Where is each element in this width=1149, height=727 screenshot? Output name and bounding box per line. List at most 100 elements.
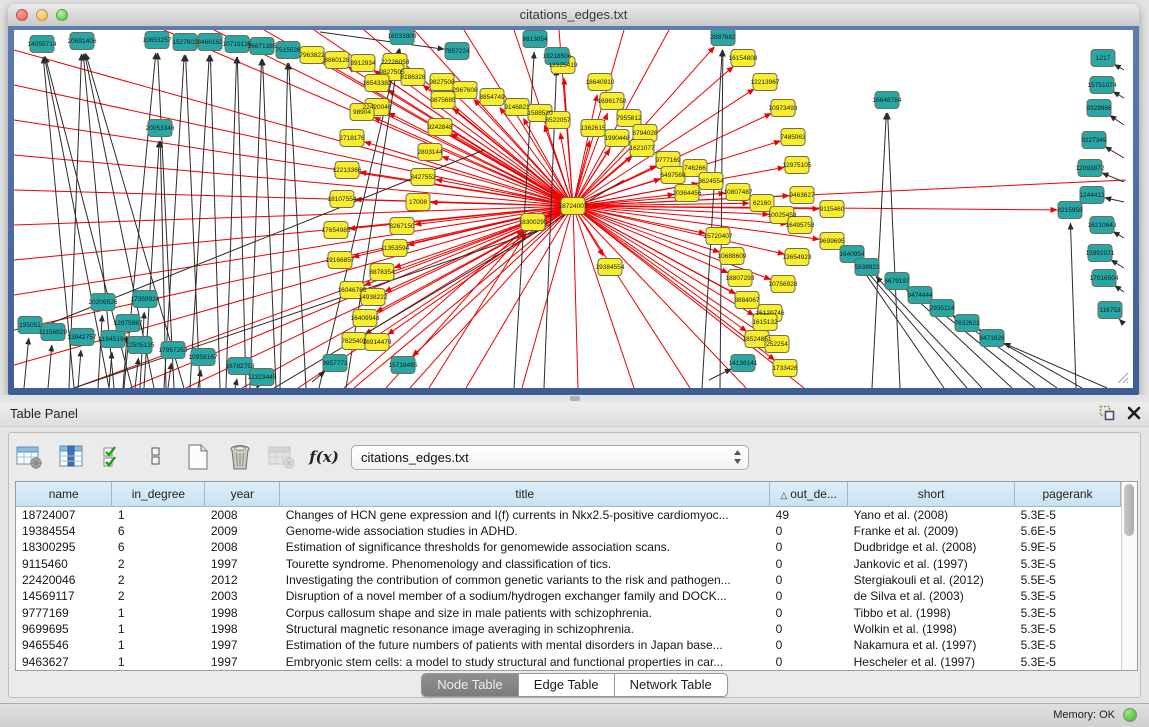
graph-node-label: 9474444: [907, 292, 933, 299]
column-header-out_de[interactable]: △out_de...: [770, 482, 848, 506]
table-row[interactable]: 911546021997Tourette syndrome. Phenomeno…: [16, 556, 1121, 572]
table-row[interactable]: 946362711997Embryonic stem cells: a mode…: [16, 654, 1121, 670]
graph-node-label: 8427552: [410, 174, 436, 181]
delete-attributes-icon[interactable]: [225, 443, 255, 471]
graph-node-label: 1588520: [527, 110, 553, 117]
graph-node-label: 13942757: [68, 334, 97, 341]
graph-node-label: 15751074: [1088, 82, 1117, 89]
graph-node-label: 16495758: [786, 222, 815, 229]
graph-node-label: 10653257: [143, 37, 172, 44]
graph-node-label: 18107554: [328, 196, 357, 203]
graph-node-label: 17016504: [1090, 275, 1119, 282]
network-window-titlebar[interactable]: citations_edges.txt: [8, 4, 1139, 27]
graph-edge: [573, 206, 578, 388]
graph-node-label: 7955812: [616, 115, 642, 122]
graph-edge: [135, 358, 138, 388]
graph-edge: [573, 206, 634, 388]
memory-status-label: Memory: OK: [1053, 709, 1115, 721]
graph-node-label: 8854749: [479, 94, 505, 101]
graph-node-label: 6679197: [884, 278, 910, 285]
column-header-name[interactable]: name: [16, 482, 112, 506]
graph-edge: [1113, 92, 1124, 98]
graph-node-label: 12325419: [549, 62, 578, 69]
table-row[interactable]: 1830029562008Estimation of significance …: [16, 539, 1121, 555]
application-window: citations_edges.txt 18724007 18300295 1938…: [0, 0, 1149, 727]
graph-node-label: 18640910: [586, 79, 615, 86]
graph-node-label: 19384554: [596, 264, 625, 271]
graph-node-label: 18300295: [519, 219, 548, 226]
table-row[interactable]: 969969511998Structural magnetic resonanc…: [16, 621, 1121, 637]
select-columns-icon[interactable]: [99, 443, 129, 471]
splitter-handle-icon[interactable]: [570, 396, 580, 401]
column-header-pagerank[interactable]: pagerank: [1015, 482, 1121, 506]
network-window-title: citations_edges.txt: [8, 7, 1139, 22]
column-header-short[interactable]: short: [848, 482, 1015, 506]
graph-edge: [872, 113, 886, 388]
table-scrollbar[interactable]: [1121, 482, 1137, 670]
column-header-year[interactable]: year: [205, 482, 280, 506]
graph-node-label: 16033809: [388, 33, 417, 40]
table-row[interactable]: 1456911722003Disruption of a novel membe…: [16, 588, 1121, 604]
graph-edge: [78, 350, 81, 388]
table-row[interactable]: 977716911998Corpus callosum shape and si…: [16, 605, 1121, 621]
float-panel-icon[interactable]: [1099, 405, 1115, 421]
column-header-title[interactable]: title: [280, 482, 770, 506]
graph-node-label: 9699695: [819, 238, 845, 245]
network-canvas[interactable]: 1872400718300295193845547963822886012889…: [14, 30, 1133, 388]
column-header-in_degree[interactable]: in_degree: [112, 482, 205, 506]
graph-node-label: 14055714: [28, 41, 57, 48]
table-row[interactable]: 946554611997Estimation of the future num…: [16, 637, 1121, 653]
panel-splitter[interactable]: [0, 395, 1149, 402]
graph-node-label: 746266: [684, 165, 706, 172]
graph-edge: [74, 230, 540, 388]
graph-edge: [573, 180, 1126, 206]
graph-node-label: 9329966: [1086, 105, 1112, 112]
node-table-grid[interactable]: namein_degreeyeartitle△out_de...shortpag…: [16, 482, 1121, 670]
canvas-resize-grip[interactable]: [1115, 370, 1129, 384]
show-columns-icon[interactable]: [57, 443, 87, 471]
graph-node-label: 8267150: [389, 223, 415, 230]
table-row[interactable]: 2242004622012Investigating the contribut…: [16, 572, 1121, 588]
node-table: namein_degreeyeartitle△out_de...shortpag…: [15, 481, 1138, 671]
graph-node-label: 1217: [1096, 55, 1111, 62]
graph-edge: [312, 371, 325, 382]
row-height-icon[interactable]: [141, 443, 171, 471]
graph-node-label: 14136141: [729, 360, 758, 367]
table-select-value: citations_edges.txt: [361, 450, 469, 465]
graph-node-label: 13654923: [783, 254, 812, 261]
graph-node-label: 16671385: [248, 43, 277, 50]
graph-edge: [1070, 223, 1076, 388]
graph-node-label: 6794028: [632, 130, 658, 137]
table-settings-icon[interactable]: [15, 443, 45, 471]
graph-node-label: 18724007: [559, 203, 588, 210]
graph-edge: [280, 63, 288, 388]
tab-node-table[interactable]: Node Table: [422, 674, 518, 696]
network-window-frame: 1872400718300295193845547963822886012889…: [8, 26, 1139, 395]
table-select-dropdown[interactable]: citations_edges.txt: [351, 445, 749, 470]
graph-node-label: 12505135: [126, 342, 155, 349]
graph-edge: [263, 59, 276, 388]
graph-node-label: 15718485: [389, 362, 418, 369]
graph-edge: [573, 206, 690, 388]
graph-edge: [226, 57, 237, 388]
graph-node-label: 98904: [353, 109, 371, 116]
table-row[interactable]: 1872400712008Changes of HCN gene express…: [16, 506, 1121, 523]
table-scrollbar-thumb[interactable]: [1124, 484, 1134, 536]
graph-node-label: 9777169: [655, 157, 681, 164]
graph-node-label: 19166857: [326, 257, 355, 264]
tab-network-table[interactable]: Network Table: [614, 674, 727, 696]
graph-node-label: 10688609: [718, 253, 747, 260]
create-table-icon[interactable]: [183, 443, 213, 471]
function-builder-icon[interactable]: f(x): [309, 443, 339, 471]
graph-node-label: 8466162: [197, 39, 223, 46]
status-bar: Memory: OK: [0, 703, 1149, 727]
graph-node-label: 1640954: [839, 251, 865, 258]
close-panel-icon[interactable]: [1127, 406, 1141, 420]
table-row[interactable]: 1938455462009Genome-wide association stu…: [16, 523, 1121, 539]
graph-edge: [442, 157, 573, 206]
graph-edge: [14, 206, 573, 330]
graph-edge: [702, 50, 722, 388]
graph-node-label: 11156829: [39, 329, 67, 336]
tab-edge-table[interactable]: Edge Table: [518, 674, 614, 696]
graph-node-label: 195051: [19, 322, 41, 329]
